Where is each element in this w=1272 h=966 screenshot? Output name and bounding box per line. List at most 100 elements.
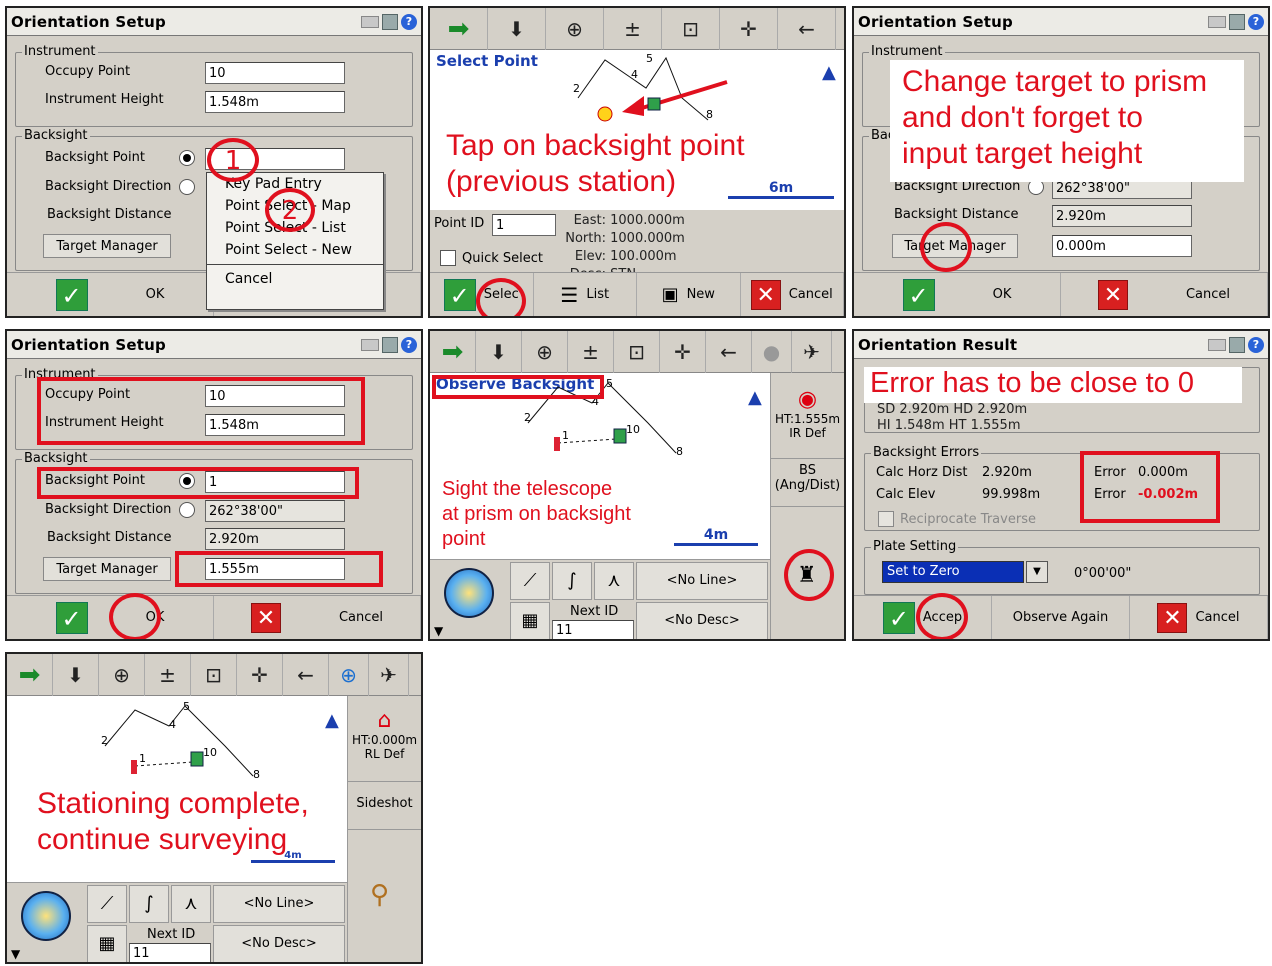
quick-select-checkbox[interactable] (440, 250, 456, 266)
back-icon[interactable]: ← (778, 8, 836, 50)
line-select[interactable]: <No Line> (636, 562, 768, 600)
curve-tool-button[interactable]: ∫ (552, 562, 592, 600)
next-id-input[interactable]: 11 (129, 943, 211, 962)
keyboard-icon[interactable] (1208, 338, 1226, 351)
ok-button[interactable]: ✓ OK (7, 273, 214, 316)
bottom-bar: ✓ OK ✕ Cancel (7, 595, 421, 639)
title-bar: Orientation Setup ? (854, 8, 1268, 36)
target-icon[interactable]: ⊕ (329, 654, 369, 696)
zoom-in-out-icon[interactable]: ± (145, 654, 191, 696)
dropdown-arrow-icon[interactable]: ▼ (434, 624, 443, 638)
go-arrow-icon[interactable]: ➡ (430, 8, 488, 50)
map-canvas[interactable]: 2 4 5 8 1 10 ▲ Stationing complete, cont… (7, 696, 347, 882)
cancel-button[interactable]: ✕ Cancel (1061, 273, 1268, 316)
occupy-point-input[interactable]: 10 (205, 62, 345, 84)
line-select[interactable]: <No Line> (213, 885, 345, 923)
target-ht-button[interactable]: ⌂ HT:0.000m RL Def (348, 696, 421, 782)
cancel-x-icon: ✕ (1097, 279, 1128, 310)
instrument-height-input[interactable]: 1.548m (205, 91, 345, 113)
side-panel: ⌂ HT:0.000m RL Def Sideshot ⚲ (347, 696, 421, 962)
bottom-bar: ✓ OK ✕ Cancel (854, 272, 1268, 316)
measure-button[interactable]: ⚲ (348, 830, 421, 962)
settings-icon[interactable] (1229, 336, 1245, 353)
point-id-input[interactable]: 1 (492, 214, 556, 236)
reciprocate-checkbox[interactable] (878, 511, 894, 527)
keyboard-icon[interactable] (1208, 15, 1226, 28)
go-arrow-icon[interactable]: ➡ (7, 654, 53, 696)
title-bar: Orientation Setup ? (7, 331, 421, 359)
bs-ang-dist-button[interactable]: BS (Ang/Dist) (771, 459, 844, 507)
pan-icon[interactable]: ✛ (720, 8, 778, 50)
help-icon[interactable]: ? (1248, 13, 1264, 30)
map-canvas[interactable]: Select Point 2 4 5 8 ▲ Tap on backsight … (430, 50, 844, 210)
help-icon[interactable]: ? (401, 336, 417, 353)
settings-icon[interactable] (1229, 13, 1245, 30)
target-manager-button[interactable]: Target Manager (43, 234, 171, 258)
point-label-8: 8 (253, 768, 260, 781)
backsight-direction-radio[interactable] (179, 502, 195, 518)
compass-icon[interactable] (21, 891, 71, 941)
zoom-in-out-icon[interactable]: ± (568, 331, 614, 373)
map-canvas[interactable]: Observe Backsight 2 4 5 8 1 10 ▲ Sight t… (430, 373, 770, 559)
target-manager-button[interactable]: Target Manager (43, 557, 171, 581)
zoom-window-icon[interactable]: ⊡ (191, 654, 237, 696)
new-button[interactable]: ▣ New (637, 273, 741, 316)
observe-again-button[interactable]: Observe Again (992, 596, 1130, 639)
stake-tool-button[interactable]: ⋏ (171, 885, 211, 923)
back-icon[interactable]: ← (283, 654, 329, 696)
help-icon[interactable]: ? (1248, 336, 1264, 353)
backsight-direction-radio[interactable] (179, 179, 195, 195)
point-label-4: 4 (631, 68, 638, 81)
zoom-in-out-icon[interactable]: ± (604, 8, 662, 50)
zoom-window-icon[interactable]: ⊡ (662, 8, 720, 50)
new-label: New (686, 287, 715, 302)
backsight-point-radio[interactable] (179, 150, 195, 166)
zoom-extents-icon[interactable]: ⊕ (522, 331, 568, 373)
next-id-input[interactable]: 11 (552, 620, 634, 639)
list-label: List (586, 287, 610, 302)
satellite-icon[interactable]: ✈ (792, 331, 832, 373)
keyboard-icon[interactable] (361, 15, 379, 28)
cancel-button[interactable]: ✕ Cancel (1130, 596, 1268, 639)
list-button[interactable]: ☰ List (534, 273, 637, 316)
keyboard-icon[interactable] (361, 338, 379, 351)
zoom-extents-icon[interactable]: ⊕ (546, 8, 604, 50)
compass-icon[interactable] (444, 568, 494, 618)
layer-button[interactable]: ▦ (87, 925, 127, 962)
desc-select[interactable]: <No Desc> (213, 925, 345, 962)
ok-button[interactable]: ✓ OK (854, 273, 1061, 316)
back-icon[interactable]: ← (706, 331, 752, 373)
pan-icon[interactable]: ✛ (660, 331, 706, 373)
zoom-window-icon[interactable]: ⊡ (614, 331, 660, 373)
plate-dropdown-arrow-icon[interactable]: ▼ (1026, 561, 1048, 583)
layer-button[interactable]: ▦ (510, 602, 550, 639)
line-tool-button[interactable]: ⟋ (510, 562, 550, 600)
download-icon[interactable]: ⬇ (488, 8, 546, 50)
desc-select[interactable]: <No Desc> (636, 602, 768, 639)
stake-tool-button[interactable]: ⋏ (594, 562, 634, 600)
target-ht-button[interactable]: ◉ HT:1.555m IR Def (771, 373, 844, 459)
settings-icon[interactable] (382, 336, 398, 353)
download-icon[interactable]: ⬇ (53, 654, 99, 696)
backsight-distance-label: Backsight Distance (47, 207, 172, 222)
plate-setting-select[interactable]: Set to Zero (882, 561, 1024, 583)
pan-icon[interactable]: ✛ (237, 654, 283, 696)
target-height-input[interactable]: 0.000m (1052, 235, 1192, 257)
go-arrow-icon[interactable]: ➡ (430, 331, 476, 373)
sideshot-button[interactable]: Sideshot (348, 782, 421, 830)
zoom-extents-icon[interactable]: ⊕ (99, 654, 145, 696)
cancel-button[interactable]: ✕ Cancel (741, 273, 844, 316)
dropdown-arrow-icon[interactable]: ▼ (11, 947, 20, 961)
menu-item-point-select-new[interactable]: Point Select - New (207, 239, 383, 265)
cancel-label: Cancel (1195, 610, 1240, 625)
help-icon[interactable]: ? (401, 13, 417, 30)
satellite-icon[interactable]: ✈ (369, 654, 409, 696)
download-icon[interactable]: ⬇ (476, 331, 522, 373)
line-tool-button[interactable]: ⟋ (87, 885, 127, 923)
settings-icon[interactable] (382, 13, 398, 30)
curve-tool-button[interactable]: ∫ (129, 885, 169, 923)
menu-item-cancel[interactable]: Cancel (207, 265, 383, 290)
window-title: Orientation Result (858, 335, 1018, 354)
map-toolbar: ➡ ⬇ ⊕ ± ⊡ ✛ ← ● ✈ (430, 331, 844, 373)
cancel-button[interactable]: ✕ Cancel (214, 596, 421, 639)
